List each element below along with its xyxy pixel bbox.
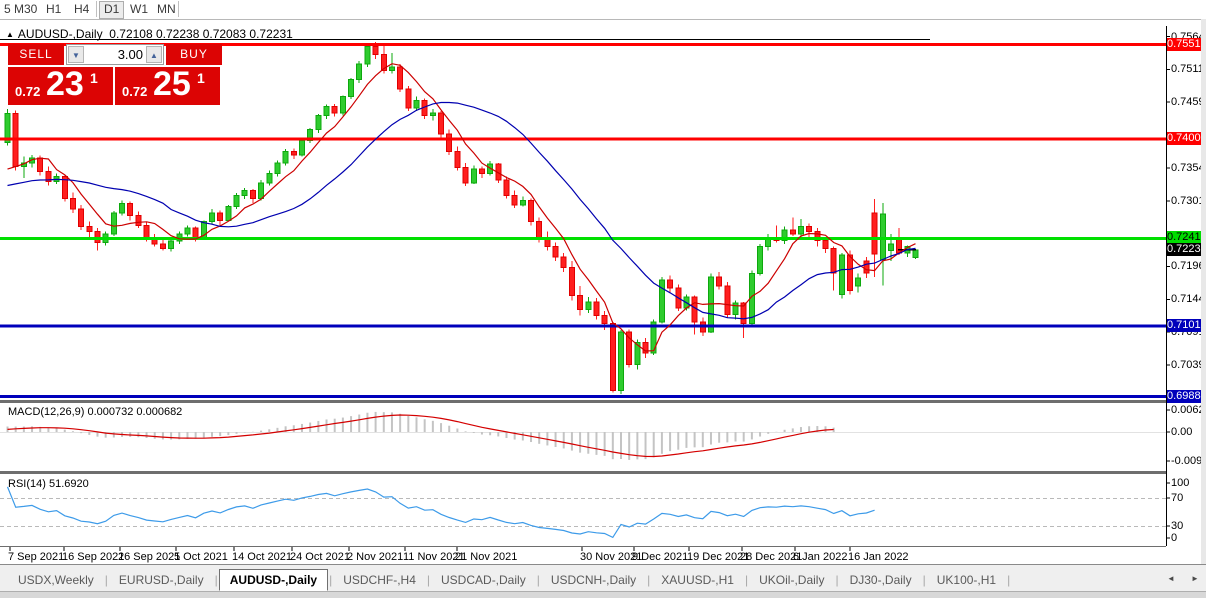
macd-axis-tick: 0.00 — [1171, 426, 1192, 438]
rsi-axis-tick: 30 — [1171, 520, 1183, 532]
tabs-scroll-right-icon[interactable]: ► — [1188, 572, 1202, 585]
toolbar-separator — [178, 1, 179, 17]
price-level-badge: 0.69884 — [1167, 390, 1205, 403]
macd-values: 0.000732 0.000682 — [87, 406, 182, 418]
sell-price-pip: 1 — [90, 70, 98, 86]
tab-uk100-h1[interactable]: UK100-,H1 — [927, 570, 1006, 590]
macd-name: MACD(12,26,9) — [8, 406, 84, 418]
tab-usdx-weekly[interactable]: USDX,Weekly — [8, 570, 104, 590]
tab-usdcad-daily[interactable]: USDCAD-,Daily — [431, 570, 536, 590]
price-level-badge: 0.72231 — [1167, 243, 1205, 256]
tab-dj30-daily[interactable]: DJ30-,Daily — [840, 570, 922, 590]
chart-title: ▲ AUDUSD-,Daily 0.72108 0.72238 0.72083 0… — [6, 27, 293, 41]
collapse-panel-icon[interactable]: ▲ — [6, 30, 14, 39]
tabs-scroll-left-icon[interactable]: ◄ — [1164, 572, 1178, 585]
volume-input[interactable]: ▼ 3.00 ▲ — [66, 44, 164, 65]
mt4-window: 5M30H1H4D1W1MN ▲AUDUSD-,Daily 0.72108 0.… — [0, 0, 1206, 598]
chart-tab-bar: USDX,Weekly|EURUSD-,Daily|AUDUSD-,Daily|… — [0, 564, 1206, 592]
time-axis-label: 9 Dec 2021 — [632, 551, 688, 563]
tab-audusd-daily[interactable]: AUDUSD-,Daily — [219, 569, 328, 591]
sell-price-box[interactable]: 0.72 23 1 — [8, 67, 113, 105]
sell-price-big: 23 — [46, 65, 84, 104]
rsi-value: 51.6920 — [49, 478, 89, 490]
rsi-axis-tick: 70 — [1171, 492, 1183, 504]
chart-symbol-label: AUDUSD-,Daily — [18, 27, 103, 41]
tab-usdcnh-daily[interactable]: USDCNH-,Daily — [541, 570, 646, 590]
tab-eurusd-daily[interactable]: EURUSD-,Daily — [109, 570, 214, 590]
buy-price-pip: 1 — [197, 70, 205, 86]
timeframe-button-h4[interactable]: H4 — [70, 1, 93, 17]
tab-xauusd-h1[interactable]: XAUUSD-,H1 — [651, 570, 744, 590]
chart-ohlc-values: 0.72108 0.72238 0.72083 0.72231 — [109, 27, 293, 41]
time-axis-label: 7 Sep 2021 — [8, 551, 64, 563]
buy-price-box[interactable]: 0.72 25 1 — [115, 67, 220, 105]
rsi-name: RSI(14) — [8, 478, 46, 490]
time-axis-label: 26 Sep 2021 — [118, 551, 180, 563]
rsi-axis-tick: 100 — [1171, 477, 1189, 489]
timeframe-button-mn[interactable]: MN — [153, 1, 180, 17]
sell-price-prefix: 0.72 — [15, 84, 40, 99]
volume-increase-button[interactable]: ▲ — [146, 46, 162, 63]
timeframe-toolbar: 5M30H1H4D1W1MN — [0, 0, 1206, 20]
tab-separator: | — [1006, 573, 1011, 587]
time-axis-label: 24 Oct 2021 — [290, 551, 350, 563]
rsi-label: RSI(14) 51.6920 — [8, 478, 89, 490]
macd-label: MACD(12,26,9) 0.000732 0.000682 — [8, 406, 182, 418]
timeframe-button-m30[interactable]: M30 — [10, 1, 41, 17]
tab-ukoil-daily[interactable]: UKOil-,Daily — [749, 570, 834, 590]
volume-value[interactable]: 3.00 — [118, 47, 143, 62]
toolbar-separator — [96, 1, 97, 17]
timeframe-button-w1[interactable]: W1 — [126, 1, 152, 17]
time-axis-label: 2 Nov 2021 — [347, 551, 403, 563]
buy-price-prefix: 0.72 — [122, 84, 147, 99]
window-right-edge — [1201, 19, 1206, 564]
timeframe-button-d1[interactable]: D1 — [99, 1, 124, 19]
time-axis-label: 14 Oct 2021 — [232, 551, 292, 563]
time-axis-label: 5 Oct 2021 — [174, 551, 228, 563]
time-axis-label: 16 Sep 2021 — [62, 551, 124, 563]
buy-price-big: 25 — [153, 65, 191, 104]
volume-decrease-button[interactable]: ▼ — [68, 46, 84, 63]
tab-usdchf-h4[interactable]: USDCHF-,H4 — [333, 570, 426, 590]
time-axis-label: 16 Jan 2022 — [848, 551, 909, 563]
time-axis-label: 21 Nov 2021 — [455, 551, 517, 563]
sell-button[interactable]: SELL — [8, 44, 64, 65]
timeframe-button-h1[interactable]: H1 — [42, 1, 65, 17]
price-level-badge: 0.74002 — [1167, 132, 1205, 145]
chart-tabs: USDX,Weekly|EURUSD-,Daily|AUDUSD-,Daily|… — [8, 568, 1011, 591]
price-level-badge: 0.75512 — [1167, 38, 1205, 51]
buy-button[interactable]: BUY — [166, 44, 222, 65]
time-axis-label: 6 Jan 2022 — [793, 551, 847, 563]
window-bottom-edge — [0, 591, 1206, 598]
one-click-trading-panel: SELL ▼ 3.00 ▲ BUY 0.72 23 1 0.72 25 1 — [8, 44, 222, 105]
price-level-badge: 0.71013 — [1167, 319, 1205, 332]
rsi-axis-tick: 0 — [1171, 532, 1177, 544]
